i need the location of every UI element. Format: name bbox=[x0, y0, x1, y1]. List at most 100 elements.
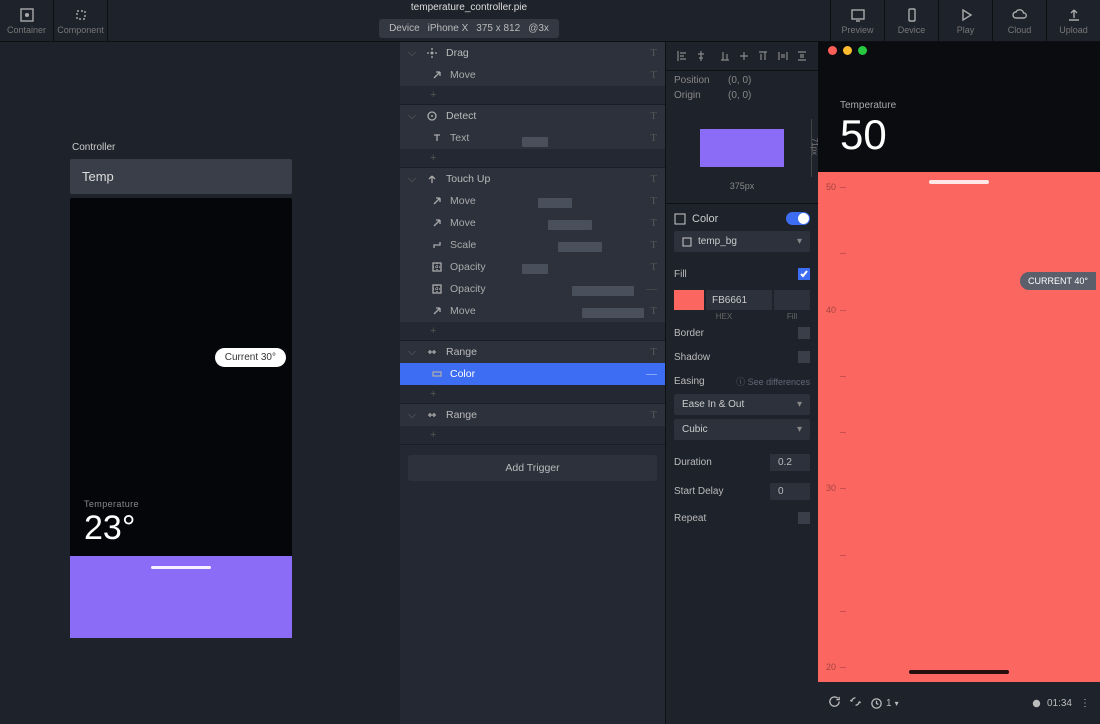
chevron-down-icon: ⌵ bbox=[408, 110, 418, 123]
trigger-group: ⌵DragTMoveT+ bbox=[400, 42, 665, 105]
align-left-button[interactable] bbox=[674, 48, 689, 64]
color-target-dropdown[interactable]: temp_bg ▾ bbox=[674, 231, 810, 252]
chevron-down-icon: ⌵ bbox=[408, 409, 418, 422]
align-btn[interactable] bbox=[775, 48, 790, 64]
text-icon bbox=[430, 133, 444, 143]
container-tool[interactable]: Container bbox=[0, 0, 54, 42]
align-btn[interactable] bbox=[756, 48, 771, 64]
upload-icon bbox=[1066, 7, 1082, 23]
simulator-viewport[interactable]: Temperature 50 50403020 CURRENT 40° 1▾ 0… bbox=[818, 42, 1100, 724]
sim-more-button[interactable]: ⋮ bbox=[1080, 698, 1090, 709]
align-center-button[interactable] bbox=[693, 48, 708, 64]
add-action-button[interactable]: + bbox=[400, 86, 665, 104]
layer-preview: 71px bbox=[674, 119, 810, 177]
trigger-header[interactable]: ⌵RangeT bbox=[400, 341, 665, 363]
sim-history-count: 1 bbox=[886, 698, 892, 709]
sim-refresh-button[interactable] bbox=[849, 695, 862, 711]
scale-tick: 40 bbox=[826, 305, 846, 315]
duration-input[interactable]: 0.2 bbox=[770, 454, 810, 471]
sim-reload-button[interactable] bbox=[828, 695, 841, 711]
fill-swatch[interactable] bbox=[674, 290, 704, 310]
opacity-icon bbox=[430, 284, 444, 294]
trigger-item[interactable]: Opacity — bbox=[400, 278, 665, 300]
duration-label: Duration bbox=[674, 457, 712, 468]
trigger-item[interactable]: ScaleT bbox=[400, 234, 665, 256]
shadow-row: Shadow bbox=[674, 345, 810, 369]
add-action-button[interactable]: + bbox=[400, 385, 665, 403]
add-action-button[interactable]: + bbox=[400, 149, 665, 167]
repeat-label: Repeat bbox=[674, 513, 706, 524]
play-button[interactable]: Play bbox=[938, 0, 992, 42]
temp-row[interactable]: Temp bbox=[70, 159, 292, 194]
shadow-checkbox[interactable] bbox=[798, 351, 810, 363]
trigger-header[interactable]: ⌵DetectT bbox=[400, 105, 665, 127]
add-trigger-button[interactable]: Add Trigger bbox=[408, 455, 657, 481]
device-pill[interactable]: Device iPhone X 375 x 812 @3x bbox=[379, 19, 559, 38]
sim-temp-value: 50 bbox=[840, 111, 896, 159]
cloud-button[interactable]: Cloud bbox=[992, 0, 1046, 42]
align-btn[interactable] bbox=[736, 48, 751, 64]
zoom-dot[interactable] bbox=[858, 46, 867, 55]
minimize-icon: — bbox=[646, 283, 657, 295]
trigger-header[interactable]: ⌵RangeT bbox=[400, 404, 665, 426]
trigger-item-label: Opacity bbox=[450, 261, 486, 273]
close-dot[interactable] bbox=[828, 46, 837, 55]
border-checkbox[interactable] bbox=[798, 327, 810, 339]
preview-width-label: 375px bbox=[666, 181, 818, 191]
trigger-item[interactable]: MoveT bbox=[400, 212, 665, 234]
trigger-group: ⌵RangeTColor—+ bbox=[400, 341, 665, 404]
trigger-type-icon bbox=[424, 110, 440, 122]
trigger-item-label: Opacity bbox=[450, 283, 486, 295]
sim-history-button[interactable]: 1▾ bbox=[870, 697, 899, 710]
trigger-header[interactable]: ⌵DragT bbox=[400, 42, 665, 64]
trigger-header[interactable]: ⌵Touch UpT bbox=[400, 168, 665, 190]
preview-button[interactable]: Preview bbox=[830, 0, 884, 42]
preview-label: Preview bbox=[841, 25, 873, 35]
color-enabled-toggle[interactable] bbox=[786, 212, 810, 225]
trigger-item[interactable]: MoveT bbox=[400, 64, 665, 86]
color-target-value: temp_bg bbox=[698, 236, 737, 247]
easing-mode-dropdown[interactable]: Ease In & Out ▾ bbox=[674, 394, 810, 415]
align-btn[interactable] bbox=[795, 48, 810, 64]
trigger-item-label: Scale bbox=[450, 239, 476, 251]
trigger-item-label: Move bbox=[450, 217, 476, 229]
easing-help-link[interactable]: ⓘ See differences bbox=[736, 375, 810, 388]
component-tool[interactable]: Component bbox=[54, 0, 108, 42]
align-toolbar bbox=[666, 42, 818, 71]
current-temp-badge[interactable]: Current 30° bbox=[215, 348, 286, 367]
top-bar: Container Component temperature_controll… bbox=[0, 0, 1100, 42]
trigger-group-label: Range bbox=[446, 409, 477, 421]
repeat-checkbox[interactable] bbox=[798, 512, 810, 524]
sim-temp-bg[interactable]: 50403020 CURRENT 40° bbox=[818, 172, 1100, 682]
trigger-item[interactable]: TextT bbox=[400, 127, 665, 149]
add-action-button[interactable]: + bbox=[400, 426, 665, 444]
trigger-group-label: Range bbox=[446, 346, 477, 358]
fill-alpha-input[interactable] bbox=[774, 290, 810, 310]
trigger-item[interactable]: OpacityT bbox=[400, 256, 665, 278]
trigger-group: ⌵Touch UpTMoveTMoveTScaleTOpacityTOpacit… bbox=[400, 168, 665, 341]
temp-bg-layer[interactable] bbox=[70, 556, 292, 638]
canvas-temp-label: Temperature bbox=[84, 499, 139, 509]
trigger-item[interactable]: MoveT bbox=[400, 300, 665, 322]
canvas-stage[interactable]: Current 30° Temperature 23° bbox=[70, 198, 292, 638]
device-button[interactable]: Device bbox=[884, 0, 938, 42]
move-icon bbox=[430, 306, 444, 316]
fill-hex-input[interactable]: FB6661 bbox=[706, 290, 772, 310]
text-marker: T bbox=[650, 110, 657, 122]
easing-curve-dropdown[interactable]: Cubic ▾ bbox=[674, 419, 810, 440]
align-btn[interactable] bbox=[717, 48, 732, 64]
upload-button[interactable]: Upload bbox=[1046, 0, 1100, 42]
drag-handle[interactable] bbox=[151, 566, 211, 569]
minimize-dot[interactable] bbox=[843, 46, 852, 55]
preview-swatch bbox=[700, 129, 784, 167]
delay-input[interactable]: 0 bbox=[770, 483, 810, 500]
add-action-button[interactable]: + bbox=[400, 322, 665, 340]
canvas-column[interactable]: Controller Temp Current 30° Temperature … bbox=[0, 42, 400, 724]
sim-current-badge: CURRENT 40° bbox=[1020, 272, 1096, 290]
sim-record-indicator[interactable]: 01:34 bbox=[1030, 697, 1072, 710]
fill-checkbox[interactable] bbox=[798, 268, 810, 280]
trigger-item[interactable]: MoveT bbox=[400, 190, 665, 212]
sim-drag-handle[interactable] bbox=[929, 180, 989, 184]
trigger-item[interactable]: Color— bbox=[400, 363, 665, 385]
delay-label: Start Delay bbox=[674, 486, 723, 497]
